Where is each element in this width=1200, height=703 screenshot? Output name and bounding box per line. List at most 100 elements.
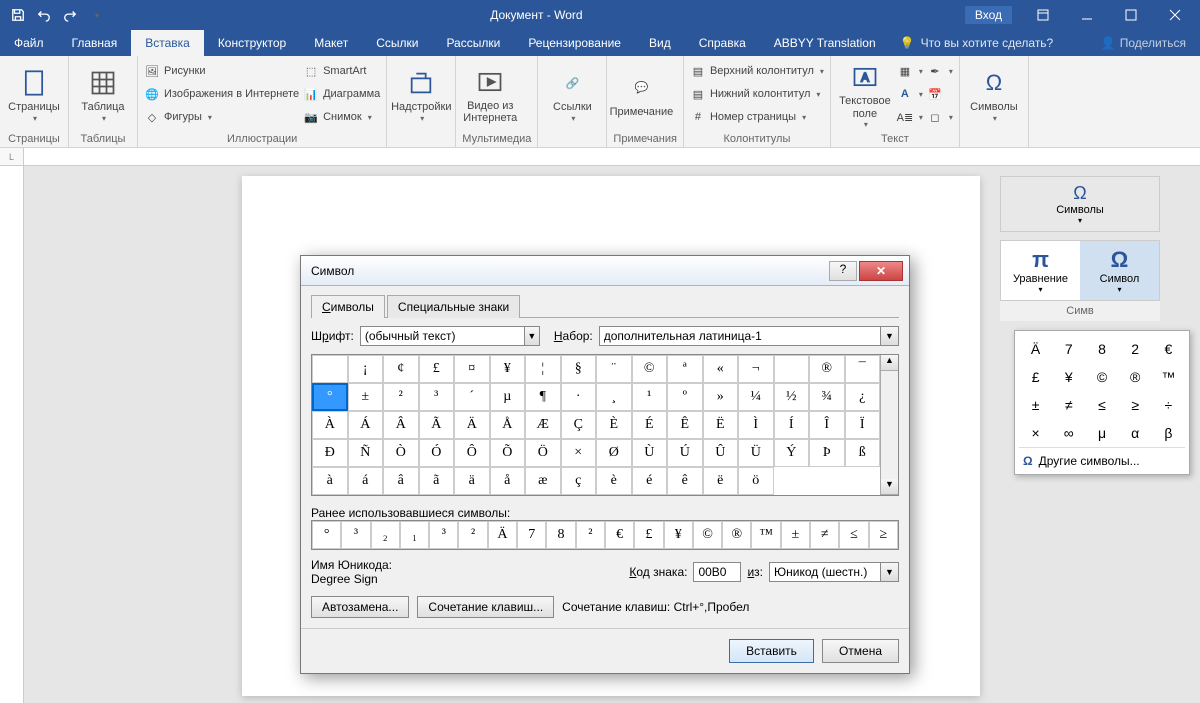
recent-symbol-cell[interactable]: £ (634, 521, 663, 549)
quick-symbol-cell[interactable]: ® (1119, 363, 1152, 391)
symbol-cell[interactable]: ê (667, 467, 703, 495)
symbol-cell[interactable]: ° (312, 383, 348, 411)
tab-file[interactable]: Файл (0, 30, 58, 56)
online-pictures-button[interactable]: 🌐Изображения в Интернете (144, 83, 299, 105)
symbol-cell[interactable]: ë (703, 467, 739, 495)
recent-symbol-cell[interactable]: ³ (429, 521, 458, 549)
quick-symbol-cell[interactable]: ± (1019, 391, 1052, 419)
symbol-cell[interactable]: £ (419, 355, 455, 383)
quick-symbol-cell[interactable]: ∞ (1052, 419, 1085, 447)
dialog-titlebar[interactable]: Символ ? ✕ (301, 256, 909, 286)
textbox-button[interactable]: A Текстовое поле (837, 60, 893, 130)
symbol-cell[interactable]: ´ (454, 383, 490, 411)
quick-symbol-cell[interactable]: β (1152, 419, 1185, 447)
recent-symbol-cell[interactable]: Ä (488, 521, 517, 549)
symbol-cell[interactable]: · (561, 383, 597, 411)
vertical-ruler[interactable] (0, 166, 24, 703)
recent-symbol-cell[interactable]: ² (576, 521, 605, 549)
quick-symbol-cell[interactable]: £ (1019, 363, 1052, 391)
symbol-cell[interactable]: Ç (561, 411, 597, 439)
recent-symbol-cell[interactable]: ₁ (400, 521, 429, 549)
symbol-cell[interactable]: ¬ (738, 355, 774, 383)
tab-references[interactable]: Ссылки (362, 30, 432, 56)
symbol-cell[interactable]: Å (490, 411, 526, 439)
table-button[interactable]: Таблица (75, 60, 131, 130)
symbol-cell[interactable]: É (632, 411, 668, 439)
tab-insert[interactable]: Вставка (131, 30, 204, 56)
dialog-tab-special[interactable]: Специальные знаки (387, 295, 520, 318)
symbol-cell[interactable]: Í (774, 411, 810, 439)
font-select[interactable] (360, 326, 525, 346)
symbol-cell[interactable]: « (703, 355, 739, 383)
symbol-cell[interactable]: å (490, 467, 526, 495)
symbol-cell[interactable]: æ (525, 467, 561, 495)
tab-design[interactable]: Конструктор (204, 30, 300, 56)
symbol-cell[interactable]: ¼ (738, 383, 774, 411)
maximize-icon[interactable] (1110, 1, 1152, 29)
symbol-cell[interactable]: ª (667, 355, 703, 383)
scroll-down-icon[interactable]: ▼ (881, 479, 898, 495)
quick-symbol-cell[interactable]: ¥ (1052, 363, 1085, 391)
tab-home[interactable]: Главная (58, 30, 132, 56)
dialog-close-button[interactable]: ✕ (859, 261, 903, 281)
recent-symbol-cell[interactable]: ¥ (664, 521, 693, 549)
symbol-cell[interactable]: Á (348, 411, 384, 439)
signature-button[interactable]: ✒ (927, 60, 953, 82)
font-select-arrow[interactable]: ▼ (525, 326, 540, 346)
tell-me-search[interactable]: 💡 Что вы хотите сделать? (900, 30, 1054, 56)
tab-view[interactable]: Вид (635, 30, 685, 56)
symbol-cell[interactable]: ® (809, 355, 845, 383)
symbol-cell[interactable]: ­ (774, 355, 810, 383)
symbol-cell[interactable]: Ý (774, 439, 810, 467)
share-button[interactable]: 👤 Поделиться (1087, 30, 1200, 56)
symbol-cell[interactable]: ³ (419, 383, 455, 411)
recent-symbol-cell[interactable]: ≠ (810, 521, 839, 549)
tab-abbyy[interactable]: ABBYY Translation (760, 30, 890, 56)
symbol-cell[interactable]: Ò (383, 439, 419, 467)
quick-symbol-cell[interactable]: ÷ (1152, 391, 1185, 419)
symbol-cell[interactable]: Î (809, 411, 845, 439)
char-code-input[interactable] (693, 562, 741, 582)
symbol-cell[interactable]: Ñ (348, 439, 384, 467)
symbol-cell[interactable]: ç (561, 467, 597, 495)
symbol-cell[interactable]: ¿ (845, 383, 881, 411)
scroll-up-icon[interactable]: ▲ (881, 355, 898, 371)
page-number-button[interactable]: #Номер страницы (690, 106, 824, 128)
symbol-cell[interactable]: Ê (667, 411, 703, 439)
quick-symbol-cell[interactable]: 2 (1119, 335, 1152, 363)
symbol-cell[interactable]: © (632, 355, 668, 383)
symbol-cell[interactable]: Ü (738, 439, 774, 467)
subset-select[interactable] (599, 326, 881, 346)
horizontal-ruler[interactable]: L (0, 148, 1200, 166)
redo-icon[interactable] (58, 3, 82, 27)
header-button[interactable]: ▤Верхний колонтитул (690, 60, 824, 82)
recent-symbol-cell[interactable]: ≤ (839, 521, 868, 549)
symbol-cell[interactable]: ¥ (490, 355, 526, 383)
symbol-cell[interactable]: ² (383, 383, 419, 411)
recent-symbol-cell[interactable]: ® (722, 521, 751, 549)
ribbon-options-icon[interactable] (1022, 1, 1064, 29)
symbol-cell[interactable]: á (348, 467, 384, 495)
symbol-cell[interactable]: ¨ (596, 355, 632, 383)
chart-button[interactable]: 📊Диаграмма (303, 83, 380, 105)
minimize-icon[interactable] (1066, 1, 1108, 29)
symbol-cell[interactable]: ¢ (383, 355, 419, 383)
panel-symbols-head[interactable]: Ω Символы ▾ (1000, 176, 1160, 232)
recent-symbol-cell[interactable]: ° (312, 521, 341, 549)
symbol-button[interactable]: Ω Символ ▾ (1080, 241, 1159, 300)
symbol-cell[interactable]: Þ (809, 439, 845, 467)
symbol-cell[interactable]: ã (419, 467, 455, 495)
tab-help[interactable]: Справка (685, 30, 760, 56)
wordart-button[interactable]: A (897, 83, 923, 105)
recent-symbol-cell[interactable]: 8 (546, 521, 575, 549)
quick-symbol-cell[interactable]: ≤ (1085, 391, 1118, 419)
from-select-arrow[interactable]: ▼ (881, 562, 899, 582)
symbol-cell[interactable]: Û (703, 439, 739, 467)
symbol-cell[interactable]: Ô (454, 439, 490, 467)
symbol-cell[interactable]: é (632, 467, 668, 495)
recent-symbol-cell[interactable]: ± (781, 521, 810, 549)
more-symbols-button[interactable]: Ω Другие символы... (1019, 447, 1185, 470)
symbol-cell[interactable]: â (383, 467, 419, 495)
recent-symbol-cell[interactable]: ₂ (371, 521, 400, 549)
footer-button[interactable]: ▤Нижний колонтитул (690, 83, 824, 105)
